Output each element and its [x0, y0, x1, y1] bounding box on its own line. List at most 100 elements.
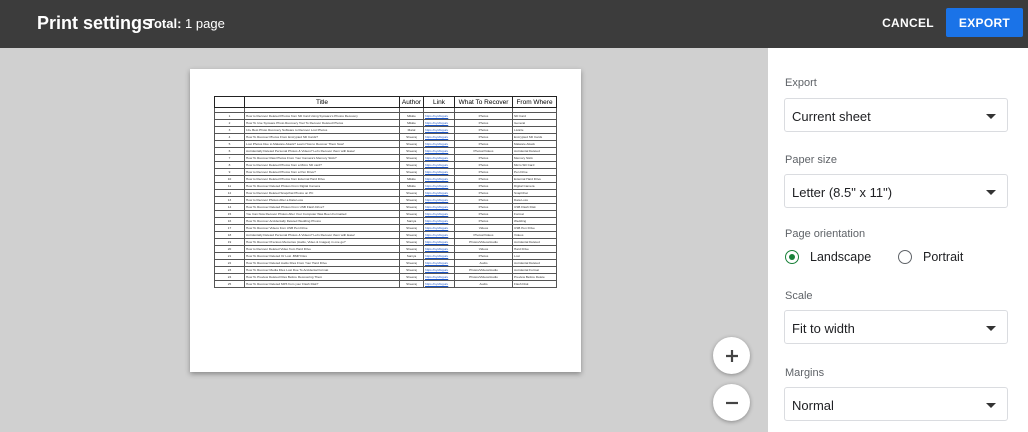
sheet-cell: 4 — [214, 133, 245, 141]
sheet-link-cell: https://sysfixguru — [423, 252, 455, 260]
sheet-cell: Malware Attack — [512, 140, 557, 148]
sheet-link-cell: https://sysfixguru — [423, 266, 455, 274]
margins-select[interactable]: Normal — [784, 387, 1008, 421]
sheet-cell: Videos — [512, 231, 557, 239]
sheet-header-row: Title Author Link What To Recover From Where — [214, 96, 557, 108]
sheet-cell: SD Card — [512, 112, 557, 120]
print-preview-area: Title Author Link What To Recover From Where… — [0, 48, 768, 432]
export-button[interactable]: EXPORT — [946, 8, 1023, 37]
table-row: 13 How to Recover Photos After a Data Los… — [214, 196, 557, 204]
sheet-cell: Data Loss — [512, 196, 557, 204]
sheet-cell: 17 — [214, 224, 245, 232]
sheet-cell: Videos — [454, 245, 513, 253]
sheet-cell: 18 — [214, 231, 245, 239]
sheet-cell: USB Pen Drive — [512, 224, 557, 232]
sheet-cell: Audio — [454, 280, 513, 288]
table-row: 23 How To Recover Media Files Lost Due To… — [214, 266, 557, 274]
sheet-cell: Photos/Videos — [454, 231, 513, 239]
sheet-column-header: Title — [244, 96, 400, 108]
sheet-cell: Sheeraj — [399, 133, 424, 141]
sheet-cell: Photos/Videos/Audio — [454, 238, 513, 246]
table-row: 4 How To Recover Photos From Encrypted SD… — [214, 133, 557, 141]
sheet-cell: How To Preview Deleted Files Before Reco… — [244, 273, 400, 281]
sheet-cell: How To Recover Accidentally Deleted Wedd… — [244, 217, 400, 225]
dropdown-caret-icon — [986, 403, 996, 408]
sheet-cell: Digital Camera — [512, 182, 557, 190]
sheet-cell: 7 — [214, 154, 245, 162]
sheet-cell: How To Recover Videos from USB Pen Drive — [244, 224, 400, 232]
export-select[interactable]: Current sheet — [784, 98, 1008, 132]
sheet-cell: Sheeraj — [399, 161, 424, 169]
sheet-link-cell: https://sysfixguru — [423, 280, 455, 288]
sheet-cell: Photos — [454, 161, 513, 169]
sheet-link-cell: https://sysfixguru — [423, 189, 455, 197]
sheet-cell: Photos — [454, 140, 513, 148]
sheet-cell: How To Recover Deleted Audio Files From … — [244, 259, 400, 267]
sheet-cell: 3 — [214, 126, 245, 134]
table-row: 5 Lost Photos Due to Malware Attack? Lear… — [214, 140, 557, 148]
sheet-cell: 21 — [214, 252, 245, 260]
sheet-link-cell: https://sysfixguru — [423, 182, 455, 190]
sheet-cell: 13 — [214, 196, 245, 204]
table-row: 3 10+ Best Photo Recovery Software to Rec… — [214, 126, 557, 134]
sheet-cell: Accidental Format — [512, 266, 557, 274]
sheet-cell: How to Recover Deleted Photos from a Pen… — [244, 168, 400, 176]
sheet-cell: Accidental Deleted — [512, 259, 557, 267]
table-row: 17 How To Recover Videos from USB Pen Dri… — [214, 224, 557, 232]
sheet-cell: Photos — [454, 133, 513, 141]
sheet-cell: 15 — [214, 210, 245, 218]
sheet-cell: Photos — [454, 189, 513, 197]
sheet-cell: How To Use Sysware Photo Recovery Tool T… — [244, 119, 400, 127]
sheet-cell: Sheeraj — [399, 154, 424, 162]
table-row: 22 How To Recover Deleted Audio Files Fro… — [214, 259, 557, 267]
sheet-cell: How To Recover Media Files Lost Due To A… — [244, 266, 400, 274]
sheet-cell: Photos — [454, 112, 513, 120]
sheet-cell: Photos — [454, 126, 513, 134]
sheet-link-cell: https://sysfixguru — [423, 231, 455, 239]
paper-size-select[interactable]: Letter (8.5" x 11") — [784, 174, 1008, 208]
sheet-cell: 25 — [214, 280, 245, 288]
sheet-cell: How To Recover Deleted Photos From USB F… — [244, 203, 400, 211]
zoom-in-button[interactable] — [713, 337, 750, 374]
table-row: 6 Accidentally Deleted Personal Photos & … — [214, 147, 557, 155]
sheet-cell: Photos — [454, 175, 513, 183]
table-row: 12 How to Recover Deleted Snapchat Photos… — [214, 189, 557, 197]
sheet-cell: Memory Stick — [512, 154, 557, 162]
sheet-cell: 2 — [214, 119, 245, 127]
sheet-cell: Sheeraj — [399, 245, 424, 253]
scale-value: Fit to width — [792, 321, 855, 336]
landscape-radio[interactable]: Landscape — [785, 250, 871, 264]
sheet-cell: 9 — [214, 168, 245, 176]
sheet-cell: 11 — [214, 182, 245, 190]
table-row: 11 How To Recover Deleted Photos From Dig… — [214, 182, 557, 190]
sheet-cell: 10+ Best Photo Recovery Software to Reco… — [244, 126, 400, 134]
sheet-cell: 12 — [214, 189, 245, 197]
sheet-cell: Lost Photos Due to Malware Attack? Learn… — [244, 140, 400, 148]
sheet-cell: How To Recover Deleted Photos From Digit… — [244, 182, 400, 190]
sheet-link-cell: https://sysfixguru — [423, 133, 455, 141]
sheet-cell: Maral — [399, 126, 424, 134]
sheet-link-cell: https://sysfixguru — [423, 217, 455, 225]
sheet-cell: Audio — [454, 259, 513, 267]
sheet-cell: How to Recover Deleted Snapchat Photos o… — [244, 189, 400, 197]
sheet-cell: Accidental Deleted — [512, 238, 557, 246]
sheet-cell: Photos — [454, 119, 513, 127]
preview-page: Title Author Link What To Recover From Where… — [190, 69, 581, 372]
sheet-link-cell: https://sysfixguru — [423, 210, 455, 218]
sheet-cell: How To Recover Raw Photos From Your Came… — [244, 154, 400, 162]
table-row: 7 How To Recover Raw Photos From Your Cam… — [214, 154, 557, 162]
sheet-cell: Videos — [454, 224, 513, 232]
settings-panel: Export Current sheet Paper size Letter (… — [768, 48, 1028, 432]
sheet-cell: Sheeraj — [399, 147, 424, 155]
portrait-radio[interactable]: Portrait — [898, 250, 963, 264]
scale-select[interactable]: Fit to width — [784, 310, 1008, 344]
sheet-link-cell: https://sysfixguru — [423, 168, 455, 176]
cancel-button[interactable]: CANCEL — [876, 9, 940, 37]
sheet-cell: Photos — [454, 154, 513, 162]
sheet-cell: How to Recover Deleted Photos from Exter… — [244, 175, 400, 183]
sheet-column-header — [214, 96, 245, 108]
zoom-out-button[interactable] — [713, 384, 750, 421]
sheet-table: Title Author Link What To Recover From Where… — [214, 96, 557, 288]
sheet-cell: 19 — [214, 238, 245, 246]
sheet-cell: 20 — [214, 245, 245, 253]
